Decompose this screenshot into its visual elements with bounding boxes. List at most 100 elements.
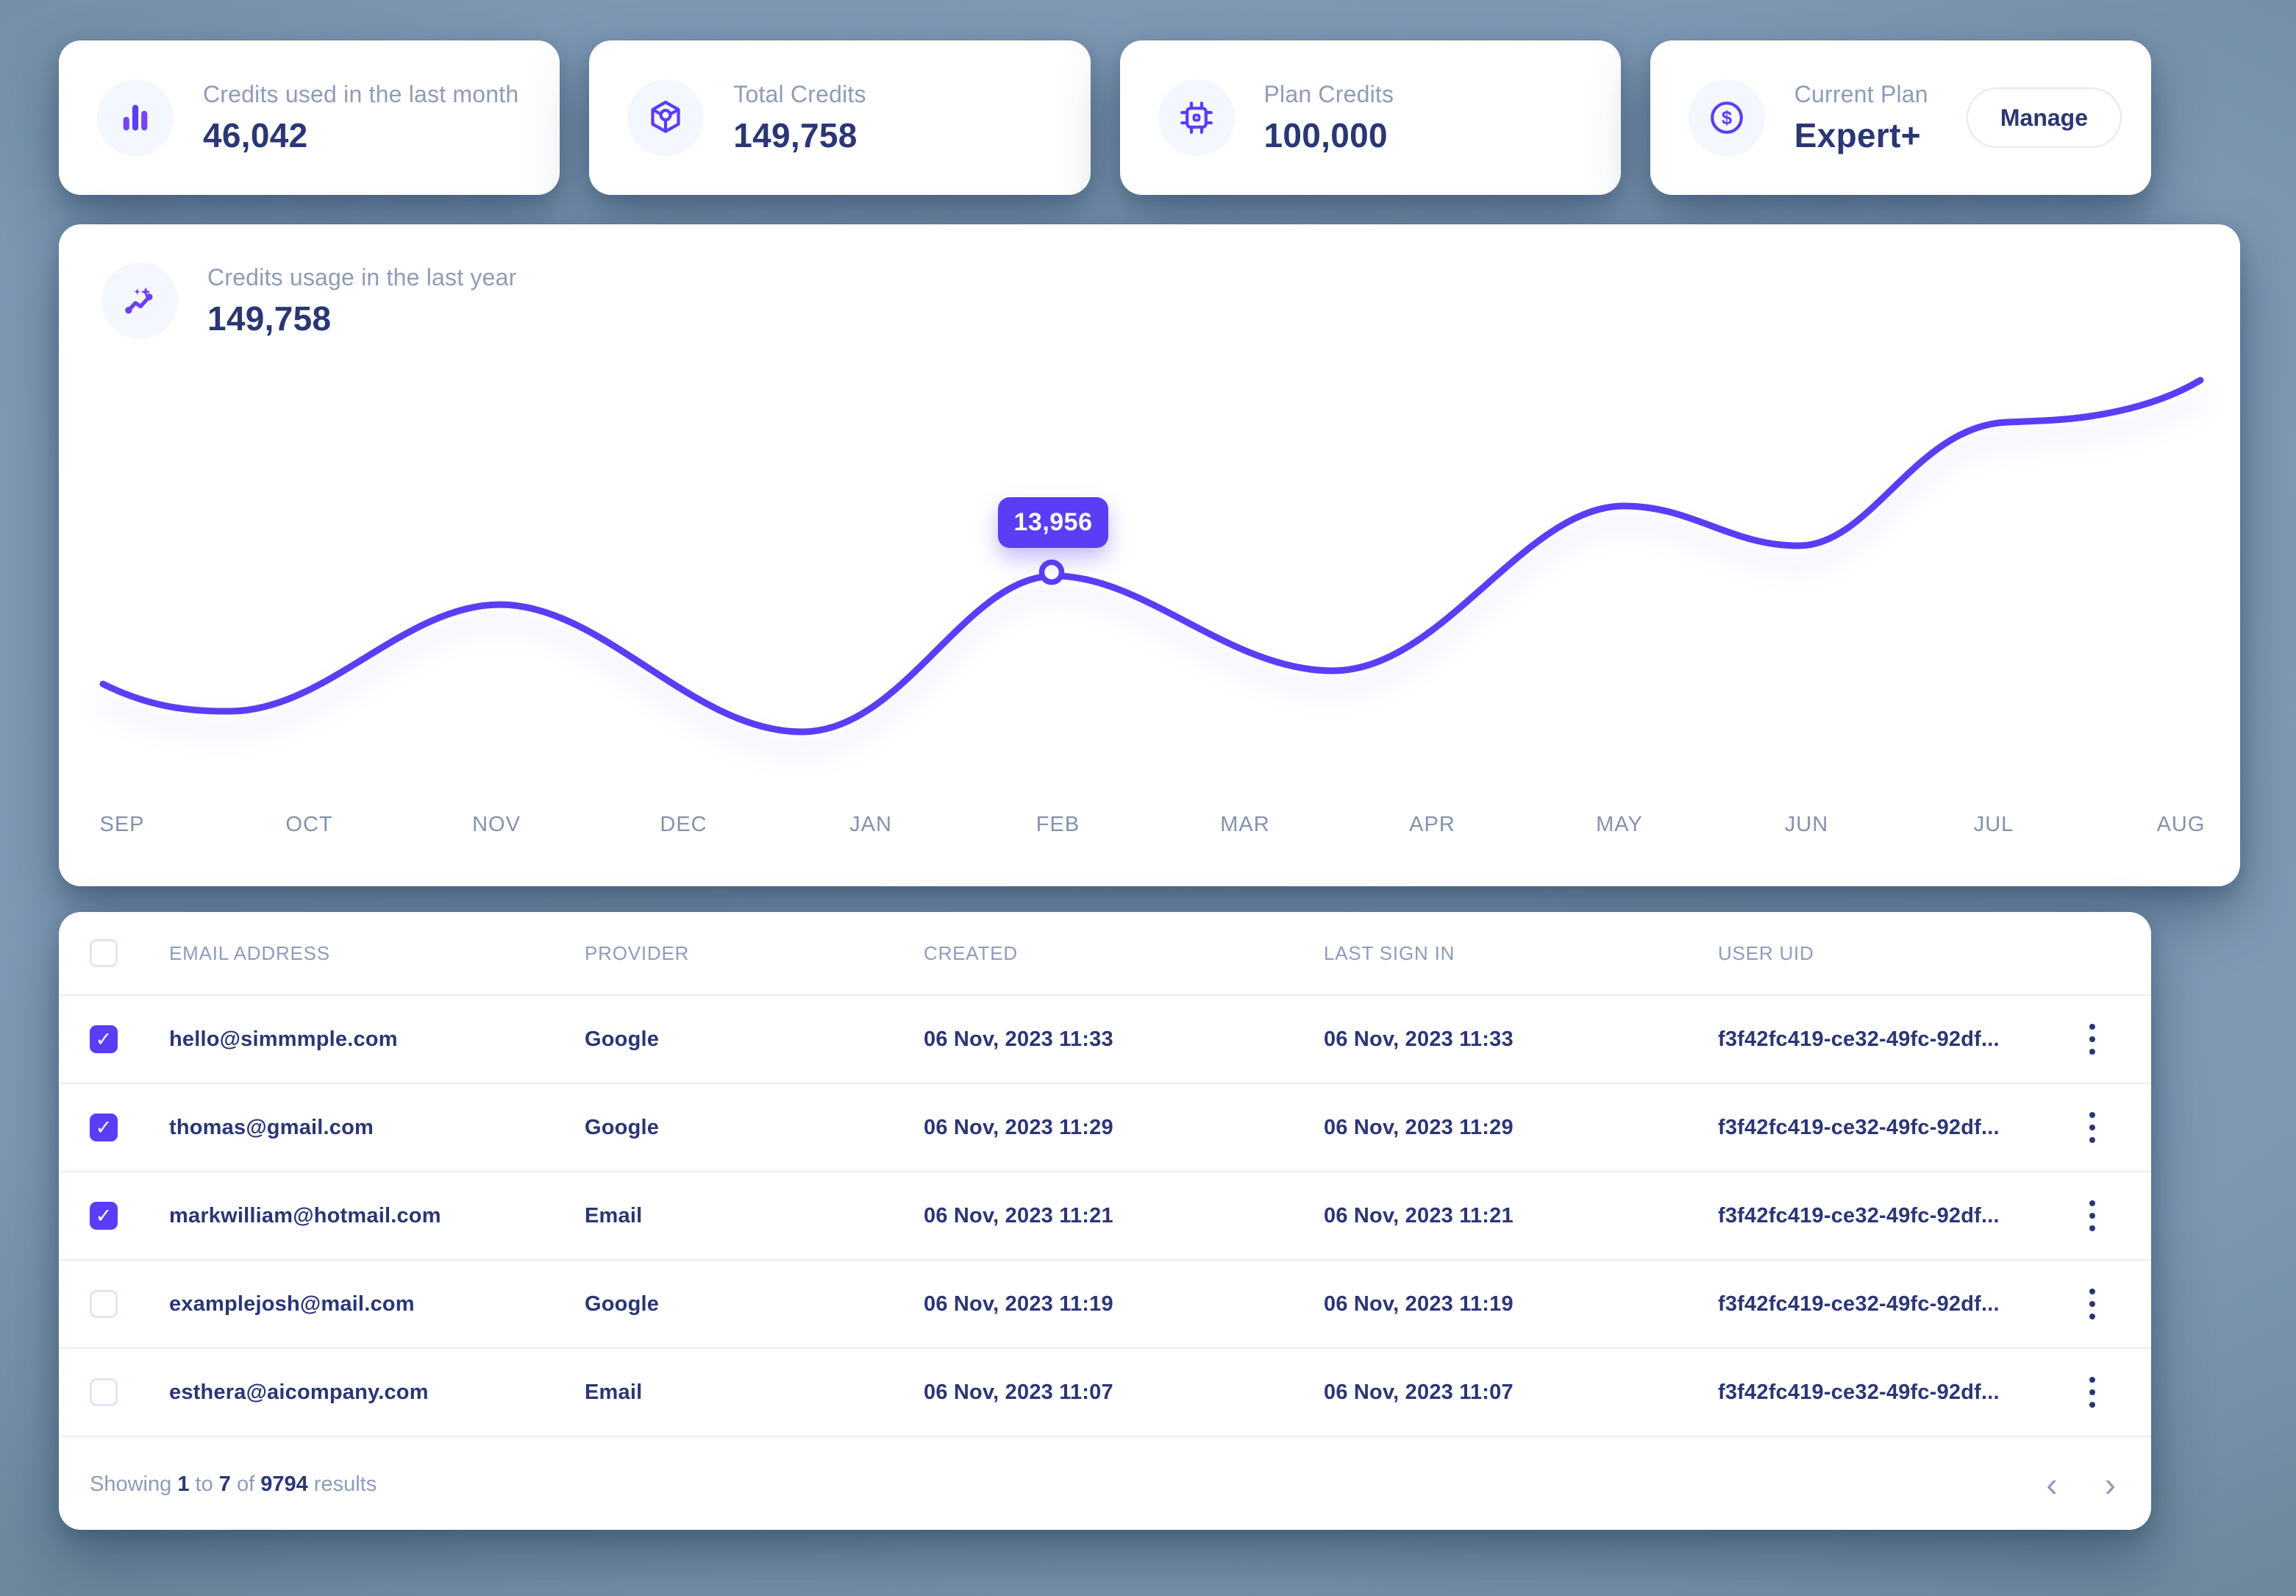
row-actions-kebab-icon[interactable]	[2070, 1278, 2114, 1330]
table-row[interactable]: examplejosh@mail.com Google 06 Nov, 2023…	[59, 1261, 2151, 1349]
cell-provider: Google	[585, 1116, 924, 1140]
cell-email: esthera@aicompany.com	[169, 1381, 585, 1405]
cell-created: 06 Nov, 2023 11:33	[924, 1027, 1324, 1052]
cell-user-uid: f3f42fc419-ce32-49fc-92df...	[1718, 1204, 2063, 1228]
icon-circle	[97, 79, 174, 156]
cell-created: 06 Nov, 2023 11:19	[924, 1292, 1324, 1317]
results-from: 1	[177, 1472, 189, 1496]
chart-marker-feb[interactable]	[1042, 563, 1062, 583]
row-checkbox[interactable]	[90, 1378, 118, 1406]
cell-email: thomas@gmail.com	[169, 1116, 585, 1140]
stat-label: Plan Credits	[1264, 81, 1394, 108]
stat-card-credits-used: Credits used in the last month 46,042	[59, 40, 560, 195]
stats-row: Credits used in the last month 46,042 To…	[59, 40, 2151, 195]
row-actions-kebab-icon[interactable]	[2070, 1102, 2114, 1153]
results-to: 7	[219, 1472, 231, 1496]
stat-label: Current Plan	[1794, 81, 1928, 108]
cell-user-uid: f3f42fc419-ce32-49fc-92df...	[1718, 1027, 2063, 1052]
month-label: APR	[1409, 813, 1455, 837]
icon-circle	[1158, 79, 1235, 156]
stat-card-total-credits: Total Credits 149,758	[589, 40, 1090, 195]
chart-title: Credits usage in the last year	[207, 264, 516, 291]
previous-page-button[interactable]: ‹	[2040, 1464, 2063, 1504]
cube-icon	[645, 97, 686, 138]
cell-last-sign-in: 06 Nov, 2023 11:29	[1324, 1116, 1718, 1140]
month-axis: SEPOCTNOVDECJANFEBMARAPRMAYJUNJULAUG	[59, 813, 2240, 845]
month-label: OCT	[285, 813, 332, 837]
icon-circle	[101, 263, 178, 339]
trend-sparkle-icon	[119, 280, 160, 321]
cell-last-sign-in: 06 Nov, 2023 11:07	[1324, 1381, 1718, 1405]
table-row[interactable]: markwilliam@hotmail.com Email 06 Nov, 20…	[59, 1172, 2151, 1261]
cell-user-uid: f3f42fc419-ce32-49fc-92df...	[1718, 1116, 2063, 1140]
select-all-checkbox[interactable]	[90, 939, 118, 967]
cell-last-sign-in: 06 Nov, 2023 11:19	[1324, 1292, 1718, 1317]
stat-label: Credits used in the last month	[203, 81, 518, 108]
table-footer: Showing 1 to 7 of 9794 results ‹ ›	[59, 1439, 2151, 1530]
month-label: JAN	[849, 813, 892, 837]
month-label: NOV	[472, 813, 521, 837]
column-header-email: EMAIL ADDRESS	[169, 942, 585, 965]
users-table-card: EMAIL ADDRESS PROVIDER CREATED LAST SIGN…	[59, 912, 2151, 1530]
bar-chart-icon	[115, 97, 156, 138]
cell-provider: Google	[585, 1292, 924, 1317]
cell-created: 06 Nov, 2023 11:29	[924, 1116, 1324, 1140]
chart-total-value: 149,758	[207, 299, 516, 338]
row-checkbox[interactable]	[90, 1202, 118, 1230]
month-label: FEB	[1036, 813, 1080, 837]
chart-tooltip: 13,956	[998, 497, 1108, 548]
manage-plan-button[interactable]: Manage	[1967, 88, 2122, 148]
stat-card-current-plan: $ Current Plan Expert+ Manage	[1650, 40, 2151, 195]
row-actions-kebab-icon[interactable]	[2070, 1190, 2114, 1241]
cell-created: 06 Nov, 2023 11:07	[924, 1381, 1324, 1405]
icon-circle	[627, 79, 704, 156]
cell-provider: Email	[585, 1204, 924, 1228]
table-header-row: EMAIL ADDRESS PROVIDER CREATED LAST SIGN…	[59, 912, 2151, 996]
cell-created: 06 Nov, 2023 11:21	[924, 1204, 1324, 1228]
cell-email: hello@simmmple.com	[169, 1027, 585, 1052]
column-header-user-uid: USER UID	[1718, 942, 2063, 965]
month-label: AUG	[2157, 813, 2206, 837]
cell-email: markwilliam@hotmail.com	[169, 1204, 585, 1228]
icon-circle: $	[1689, 79, 1765, 156]
month-label: SEP	[99, 813, 144, 837]
chart-header: Credits usage in the last year 149,758	[101, 263, 516, 339]
cell-user-uid: f3f42fc419-ce32-49fc-92df...	[1718, 1381, 2063, 1405]
dashboard-page: Credits used in the last month 46,042 To…	[0, 0, 2296, 1596]
stat-value: 100,000	[1264, 115, 1394, 155]
month-label: MAR	[1220, 813, 1269, 837]
svg-text:$: $	[1722, 108, 1732, 129]
table-row[interactable]: esthera@aicompany.com Email 06 Nov, 2023…	[59, 1349, 2151, 1437]
stat-value: 46,042	[203, 115, 518, 155]
cell-provider: Email	[585, 1381, 924, 1405]
results-summary: Showing 1 to 7 of 9794 results	[90, 1472, 377, 1497]
cell-email: examplejosh@mail.com	[169, 1292, 585, 1317]
column-header-last-sign-in: LAST SIGN IN	[1324, 942, 1718, 965]
month-label: JUL	[1974, 813, 2014, 837]
dollar-icon: $	[1706, 97, 1747, 138]
row-checkbox[interactable]	[90, 1025, 118, 1053]
cell-last-sign-in: 06 Nov, 2023 11:21	[1324, 1204, 1718, 1228]
row-actions-kebab-icon[interactable]	[2070, 1013, 2114, 1065]
cell-provider: Google	[585, 1027, 924, 1052]
stat-value: 149,758	[733, 115, 866, 155]
chip-icon	[1176, 97, 1217, 138]
column-header-provider: PROVIDER	[585, 942, 924, 965]
column-header-created: CREATED	[924, 942, 1324, 965]
row-actions-kebab-icon[interactable]	[2070, 1367, 2114, 1418]
next-page-button[interactable]: ›	[2099, 1464, 2122, 1504]
stat-label: Total Credits	[733, 81, 866, 108]
pagination: ‹ ›	[2040, 1464, 2122, 1504]
stat-card-plan-credits: Plan Credits 100,000	[1120, 40, 1621, 195]
chart-line	[103, 380, 2200, 732]
cell-last-sign-in: 06 Nov, 2023 11:33	[1324, 1027, 1718, 1052]
row-checkbox[interactable]	[90, 1114, 118, 1141]
table-row[interactable]: hello@simmmple.com Google 06 Nov, 2023 1…	[59, 996, 2151, 1084]
table-row[interactable]: thomas@gmail.com Google 06 Nov, 2023 11:…	[59, 1084, 2151, 1172]
cell-user-uid: f3f42fc419-ce32-49fc-92df...	[1718, 1292, 2063, 1317]
stat-value: Expert+	[1794, 115, 1928, 155]
row-checkbox[interactable]	[90, 1290, 118, 1318]
month-label: JUN	[1785, 813, 1828, 837]
results-total: 9794	[260, 1472, 308, 1496]
credits-usage-chart-card: Credits usage in the last year 149,758 1…	[59, 224, 2240, 886]
